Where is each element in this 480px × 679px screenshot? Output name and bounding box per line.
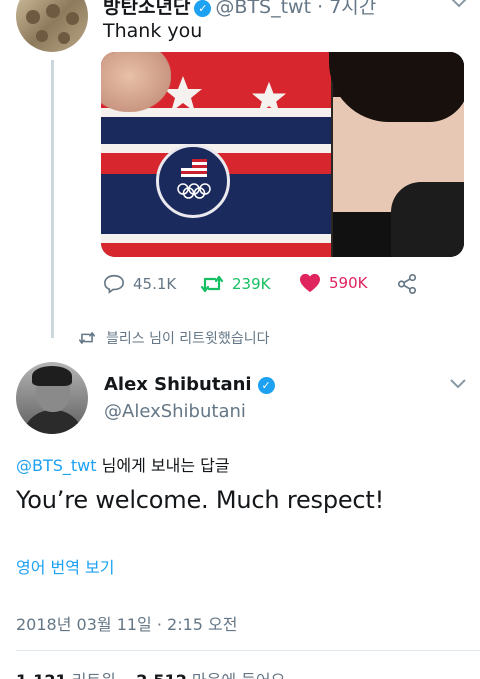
likes-count[interactable]: 2,512 [136,671,187,679]
verified-badge-icon: ✓ [257,377,275,394]
tweet1-time[interactable]: 7시간 [329,0,376,18]
reply-mention-link[interactable]: @BTS_twt [16,456,97,475]
tweet1-display-name[interactable]: 방탄소년단 [103,0,190,18]
reply-suffix: 님에게 보내는 답글 [101,456,230,475]
divider [16,650,480,651]
tweet1-text: Thank you [103,20,203,42]
tweet1-actions: 45.1K 239K 590K [103,273,433,297]
replying-to: @BTS_twt 님에게 보내는 답글 [16,452,230,476]
bts-avatar[interactable] [16,0,88,52]
retweet-button[interactable]: 239K [200,273,270,295]
retweet-notice[interactable]: 블리스 님이 리트윗했습니다 [78,328,269,348]
reply-count: 45.1K [133,275,177,293]
tweet2-display-name[interactable]: Alex Shibutani ✓ [104,374,279,395]
retweet-count: 239K [232,275,271,293]
retweet-notice-text: 블리스 님이 리트윗했습니다 [106,331,270,347]
like-count: 590K [329,274,368,292]
heart-icon [300,273,320,293]
chevron-down-icon[interactable] [447,375,469,393]
likes-label[interactable]: 마음에 들어요 [192,671,285,679]
tweet2-timestamp: 2018년 03월 11일 · 2:15 오전 [16,615,238,634]
tweet1-header: 방탄소년단 ✓ @BTS_twt · 7시간 [103,0,376,19]
thread-connector-line [51,60,54,338]
chevron-down-icon[interactable] [448,0,470,12]
translate-tweet-link[interactable]: 영어 번역 보기 [16,554,115,578]
reply-button[interactable]: 45.1K [103,273,176,295]
team-usa-olympic-patch [156,144,230,218]
tweet2-stats: 1,121 리트윗 2,512 마음에 들어요 [16,667,285,679]
retweets-count[interactable]: 1,121 [16,671,67,679]
share-icon [397,274,417,294]
tweet1-handle[interactable]: @BTS_twt [215,0,311,18]
star-icon [251,81,287,115]
tweet1-separator: · [317,0,324,18]
tweet2-text: You’re welcome. Much respect! [16,486,385,514]
like-button[interactable]: 590K [299,273,367,293]
tweet1-photo[interactable] [101,52,464,257]
tweet2-handle[interactable]: @AlexShibutani [104,401,246,422]
retweets-label[interactable]: 리트윗 [72,671,116,679]
reply-icon [104,274,124,294]
verified-badge-icon: ✓ [194,0,212,17]
olympic-beanie [101,52,331,257]
retweet-icon [78,332,96,344]
alex-avatar[interactable] [16,362,88,434]
retweet-icon [200,275,224,293]
share-button[interactable] [396,273,418,295]
